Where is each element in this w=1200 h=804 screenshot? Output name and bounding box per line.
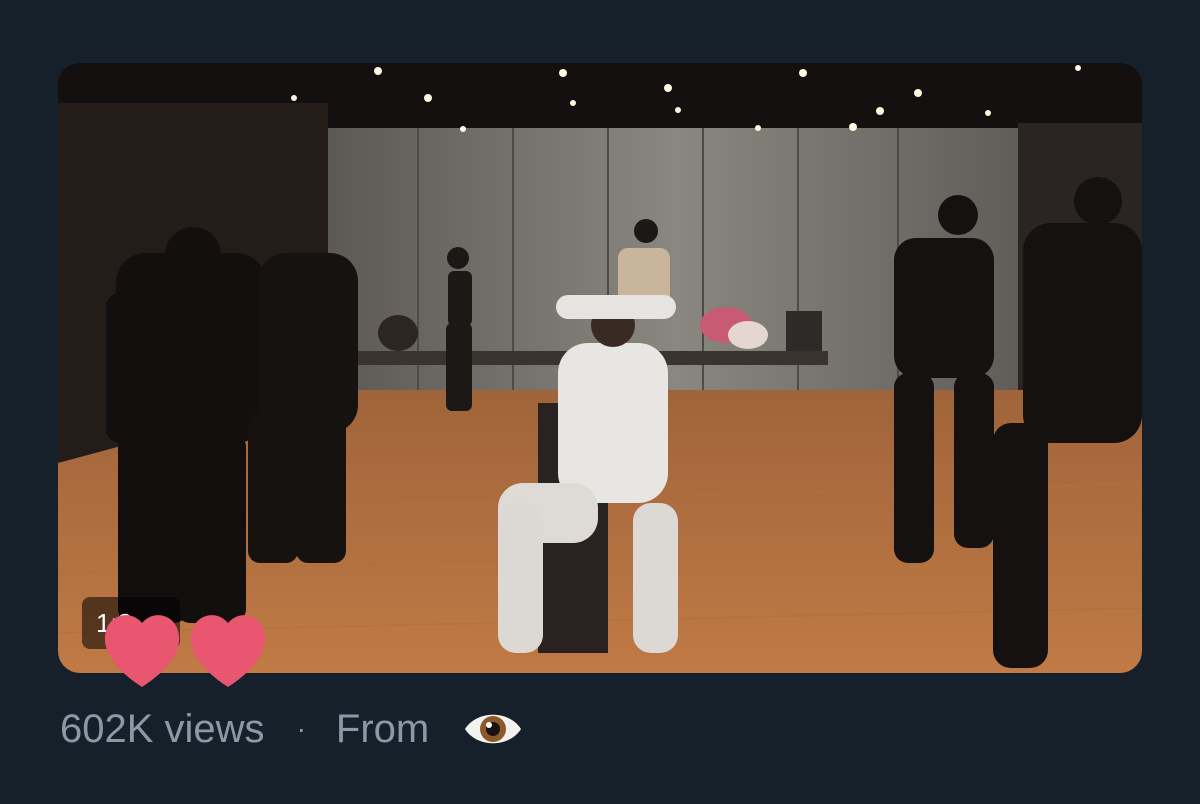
reaction-hearts	[104, 615, 266, 687]
video-frame	[58, 63, 1142, 673]
separator-dot: ·	[296, 713, 306, 744]
heart-icon	[104, 615, 180, 687]
post-metadata: 602K views · From	[60, 703, 523, 755]
eye-icon[interactable]	[463, 706, 523, 752]
from-label[interactable]: From	[336, 707, 429, 752]
view-count: 602K views	[60, 706, 265, 751]
heart-icon	[190, 615, 266, 687]
video-player[interactable]	[58, 63, 1142, 673]
